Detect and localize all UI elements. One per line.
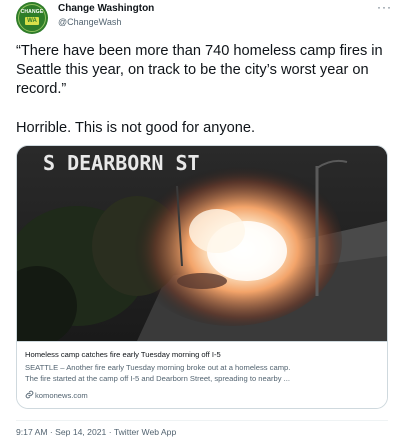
camera-street-label: S DEARBORN ST — [43, 151, 200, 175]
card-domain: komonews.com — [35, 391, 88, 400]
card-domain-link[interactable]: komonews.com — [25, 390, 88, 400]
tweet-text-quote: “There have been more than 740 homeless … — [16, 43, 383, 97]
tweet-timestamp[interactable]: 9:17 AM · Sep 14, 2021 — [16, 427, 106, 437]
more-options-icon[interactable]: ··· — [377, 0, 392, 14]
link-icon — [25, 390, 34, 399]
card-image[interactable]: S DEARBORN ST — [17, 146, 387, 341]
tweet-meta: 9:17 AM · Sep 14, 2021 · Twitter Web App — [16, 427, 176, 437]
author-avatar[interactable]: CHANGE WA — [16, 2, 48, 34]
avatar-top-text: CHANGE — [20, 9, 44, 15]
card-title[interactable]: Homeless camp catches fire early Tuesday… — [25, 350, 221, 359]
avatar-badge: WA — [25, 17, 39, 25]
author-name[interactable]: Change Washington — [58, 3, 154, 14]
divider — [16, 420, 388, 421]
card-description-line-1: SEATTLE – Another fire early Tuesday mor… — [25, 363, 291, 372]
card-caption: Homeless camp catches fire early Tuesday… — [17, 341, 387, 408]
tweet-source[interactable]: Twitter Web App — [114, 427, 176, 437]
fire-photo: S DEARBORN ST — [17, 146, 387, 341]
tweet-text-comment: Horrible. This is not good for anyone. — [16, 120, 256, 136]
link-preview-card[interactable]: S DEARBORN ST Homeless camp catches fire… — [16, 145, 388, 409]
author-handle[interactable]: @ChangeWash — [58, 17, 121, 27]
card-description: SEATTLE – Another fire early Tuesday mor… — [25, 362, 381, 384]
tweet: CHANGE WA Change Washington @ChangeWash … — [0, 0, 401, 442]
card-description-line-2: The fire started at the camp off I-5 and… — [25, 374, 290, 383]
